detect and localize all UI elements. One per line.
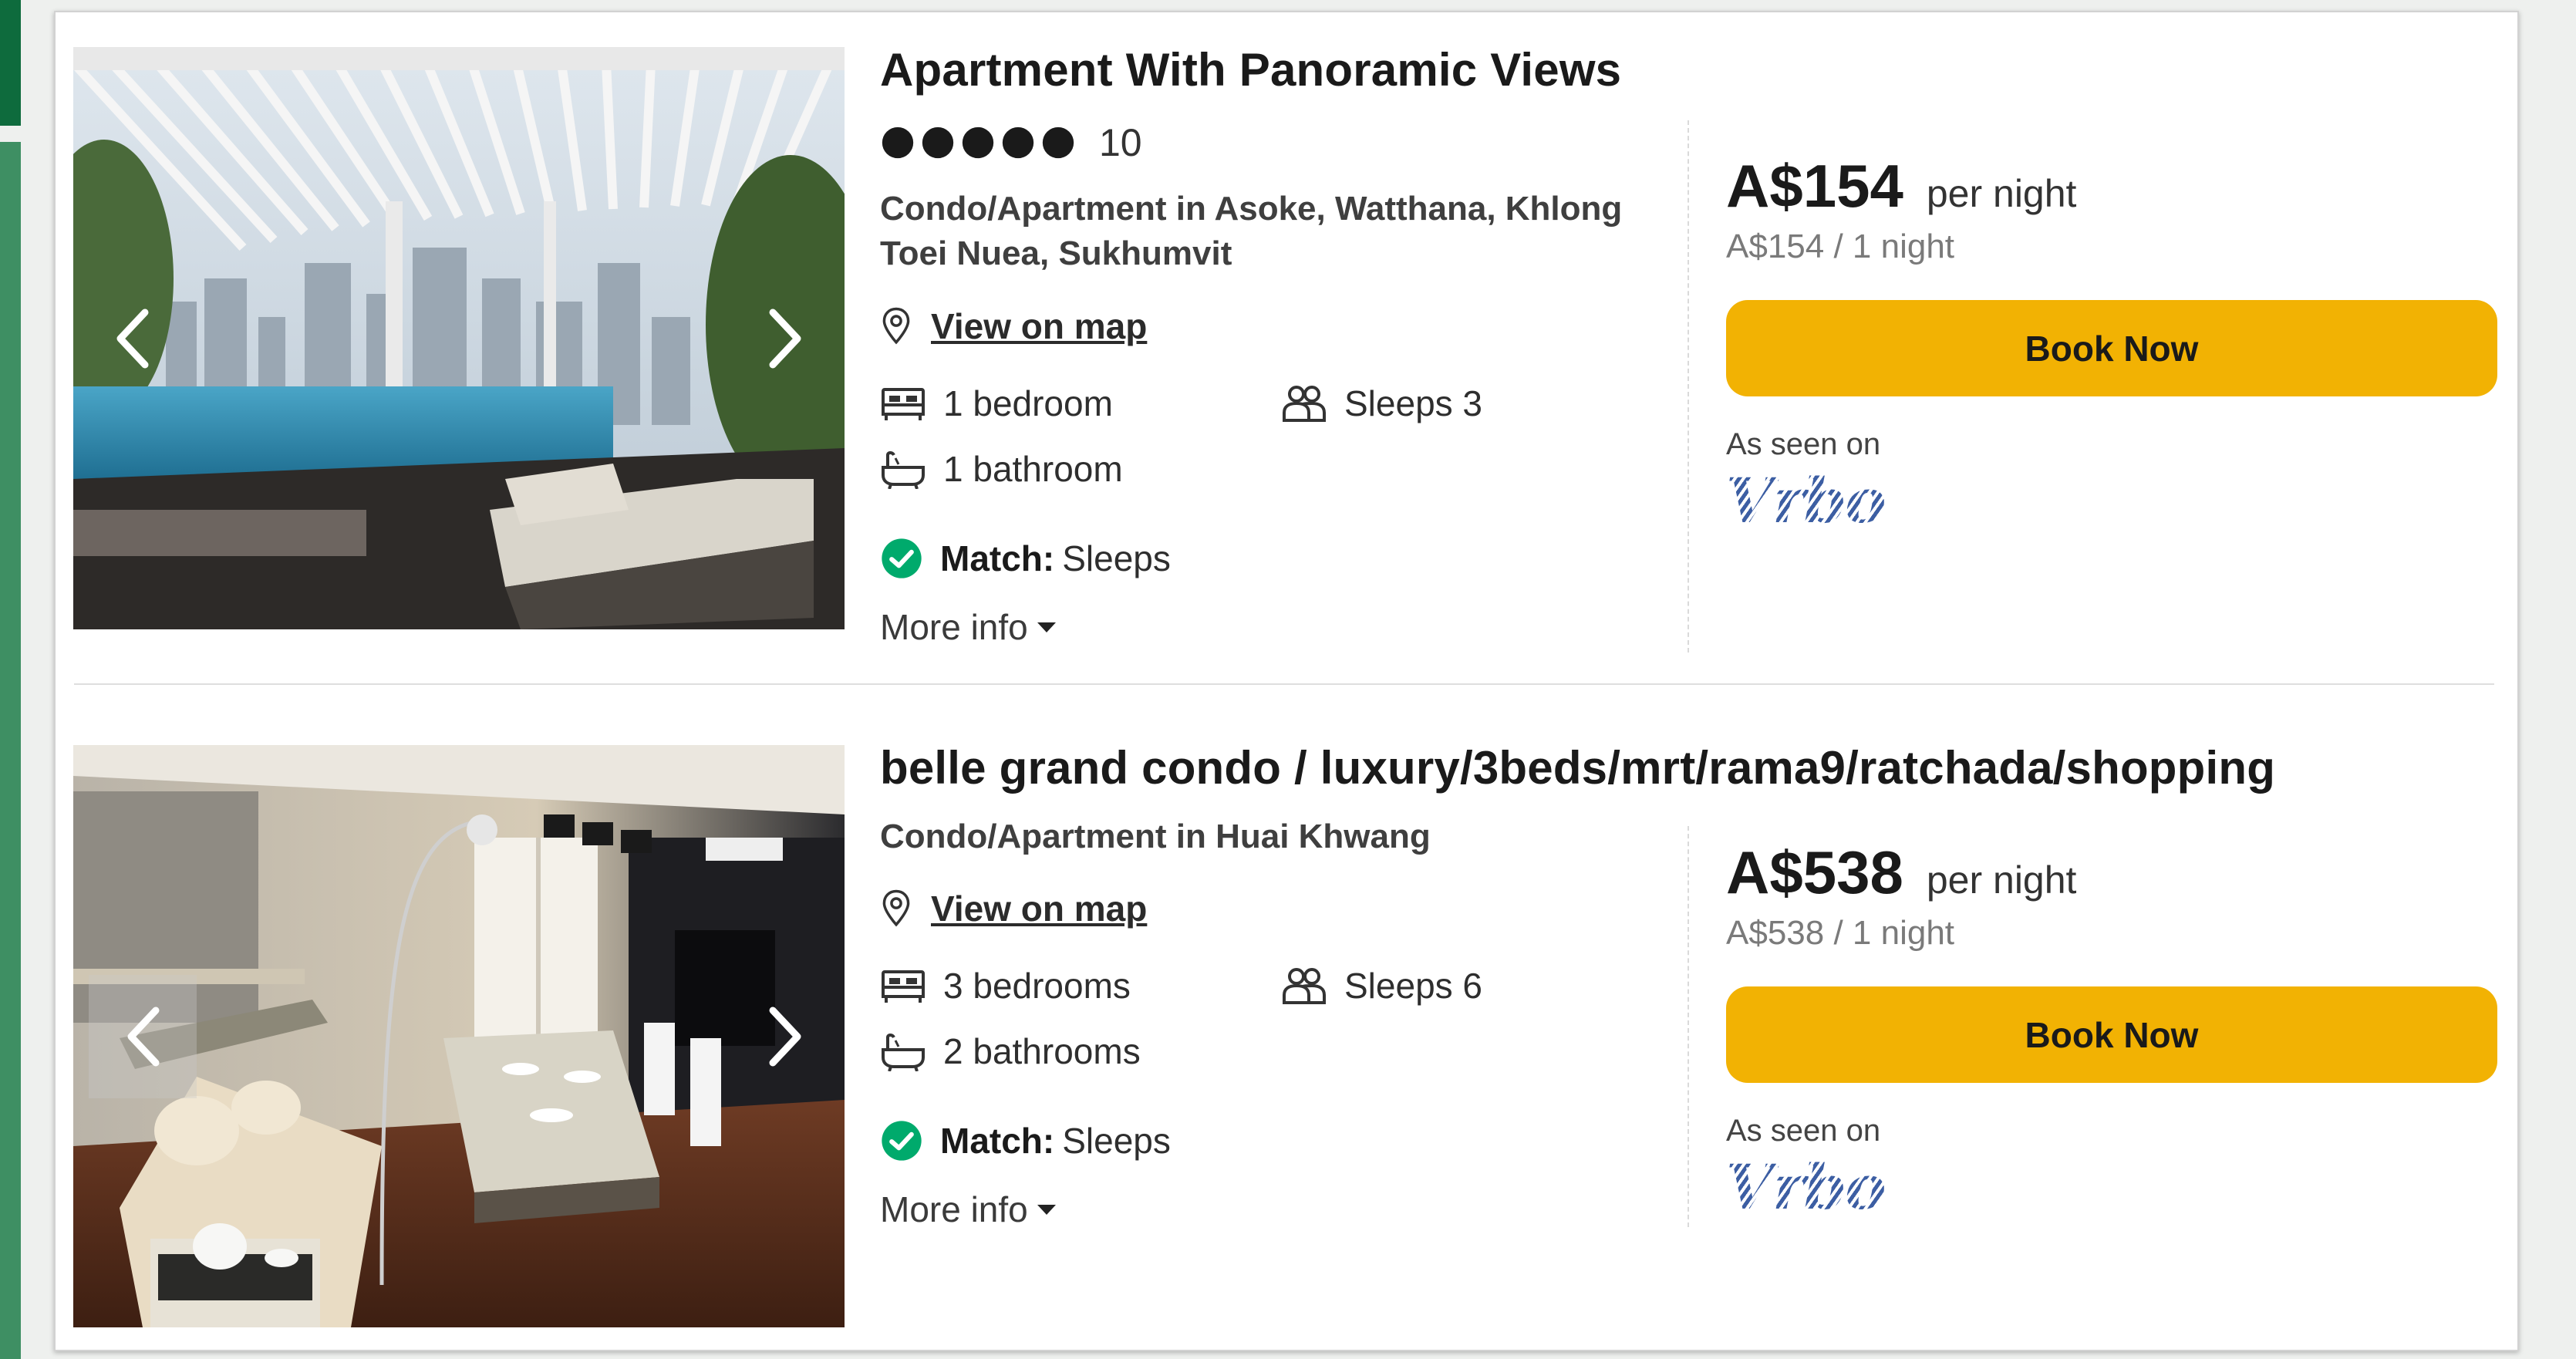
star-icon (1042, 126, 1074, 159)
caret-down-icon (1037, 1205, 1056, 1215)
column-divider (1688, 120, 1691, 653)
match-key: Match: (940, 1121, 1055, 1161)
sleeps-text: Sleeps 3 (1344, 383, 1483, 423)
view-on-map-label[interactable]: View on map (931, 305, 1147, 347)
location-pin-icon (882, 889, 910, 927)
match-value: Sleeps (1062, 1121, 1171, 1161)
match-indicator: Match: Sleeps (880, 1119, 1171, 1162)
vrbo-logo: Vrbo (1726, 1156, 2497, 1218)
book-now-button[interactable]: Book Now (1726, 986, 2497, 1083)
rooftop-pool-photo (73, 47, 845, 629)
listing-location: Condo/Apartment in Asoke, Watthana, Khlo… (880, 190, 1623, 272)
match-indicator: Match: Sleeps (880, 537, 1171, 580)
per-night-label: per night (1926, 172, 2077, 215)
listing-divider (74, 683, 2494, 685)
bathrooms-text: 1 bathroom (943, 449, 1123, 489)
view-on-map-label[interactable]: View on map (931, 888, 1147, 929)
price-line: A$154 per night (1726, 151, 2497, 221)
price-column: A$154 per night A$154 / 1 night Book Now… (1726, 151, 2497, 531)
rating-stars (880, 126, 1076, 160)
more-info-label: More info (880, 1189, 1028, 1229)
sidebar-strip-top (0, 0, 21, 126)
sidebar-strip (0, 142, 21, 1359)
sleeps-text: Sleeps 6 (1344, 966, 1483, 1006)
review-count[interactable]: 10 (1099, 120, 1142, 165)
view-on-map-link[interactable]: View on map (880, 305, 1147, 347)
per-night-label: per night (1926, 858, 2077, 902)
results-panel: Apartment With Panoramic Views 10 Condo/… (54, 11, 2519, 1351)
star-icon (962, 126, 994, 159)
photo-prev-button[interactable] (99, 306, 164, 371)
listing-location: Condo/Apartment in Huai Khwang (880, 818, 1431, 855)
chevron-left-icon (116, 309, 149, 368)
listing-info: belle grand condo / luxury/3beds/mrt/ram… (880, 733, 2275, 1335)
as-seen-on-label: As seen on (1726, 1114, 1881, 1148)
bathtub-icon (882, 451, 925, 489)
book-now-button[interactable]: Book Now (1726, 300, 2497, 396)
more-info-toggle[interactable]: More info (880, 1189, 1057, 1230)
star-icon (882, 126, 914, 159)
star-icon (1002, 126, 1034, 159)
bathrooms: 2 bathrooms (880, 1030, 1141, 1072)
listing-photo[interactable] (73, 745, 845, 1327)
price-column: A$538 per night A$538 / 1 night Book Now… (1726, 838, 2497, 1218)
chevron-left-icon (127, 1007, 160, 1066)
sleeps: Sleeps 3 (1281, 383, 1482, 424)
total-price: A$154 / 1 night (1726, 228, 1955, 265)
photo-next-button[interactable] (754, 1004, 818, 1069)
listing-photo[interactable] (73, 47, 845, 629)
more-info-toggle[interactable]: More info (880, 606, 1057, 648)
people-icon (1283, 386, 1326, 422)
people-icon (1283, 968, 1326, 1004)
view-on-map-link[interactable]: View on map (880, 888, 1147, 929)
total-price: A$538 / 1 night (1726, 914, 1955, 952)
as-seen-on-label: As seen on (1726, 427, 1881, 461)
nightly-price: A$154 (1726, 152, 1903, 220)
photo-next-button[interactable] (754, 306, 818, 371)
bed-icon (882, 970, 925, 1003)
bedrooms: 1 bedroom (880, 383, 1113, 424)
vrbo-logo: Vrbo (1726, 470, 2497, 531)
bed-icon (882, 388, 925, 420)
photo-prev-button[interactable] (89, 974, 197, 1098)
more-info-label: More info (880, 607, 1028, 647)
check-circle-icon (882, 538, 922, 578)
column-divider (1688, 826, 1691, 1227)
page: Apartment With Panoramic Views 10 Condo/… (0, 0, 2576, 1359)
nightly-price: A$538 (1726, 838, 1903, 906)
listing-title[interactable]: belle grand condo / luxury/3beds/mrt/ram… (880, 741, 2275, 794)
listing-info: Apartment With Panoramic Views 10 Condo/… (880, 35, 1713, 647)
bathrooms: 1 bathroom (880, 448, 1123, 490)
sleeps: Sleeps 6 (1281, 965, 1482, 1007)
bathtub-icon (882, 1034, 925, 1071)
listing-card[interactable]: belle grand condo / luxury/3beds/mrt/ram… (56, 733, 2517, 1335)
rating: 10 (880, 120, 1142, 165)
match-key: Match: (940, 538, 1055, 578)
match-value: Sleeps (1062, 538, 1171, 578)
listing-card[interactable]: Apartment With Panoramic Views 10 Condo/… (56, 35, 2517, 653)
location-pin-icon (882, 307, 910, 345)
caret-down-icon (1037, 622, 1056, 632)
listing-title[interactable]: Apartment With Panoramic Views (880, 43, 1621, 96)
bedrooms-text: 3 bedrooms (943, 966, 1131, 1006)
bedrooms-text: 1 bedroom (943, 383, 1113, 423)
chevron-right-icon (769, 1007, 801, 1066)
bedrooms: 3 bedrooms (880, 965, 1131, 1007)
star-icon (922, 126, 954, 159)
check-circle-icon (882, 1121, 922, 1161)
bathrooms-text: 2 bathrooms (943, 1031, 1141, 1071)
chevron-right-icon (769, 309, 801, 368)
price-line: A$538 per night (1726, 838, 2497, 908)
